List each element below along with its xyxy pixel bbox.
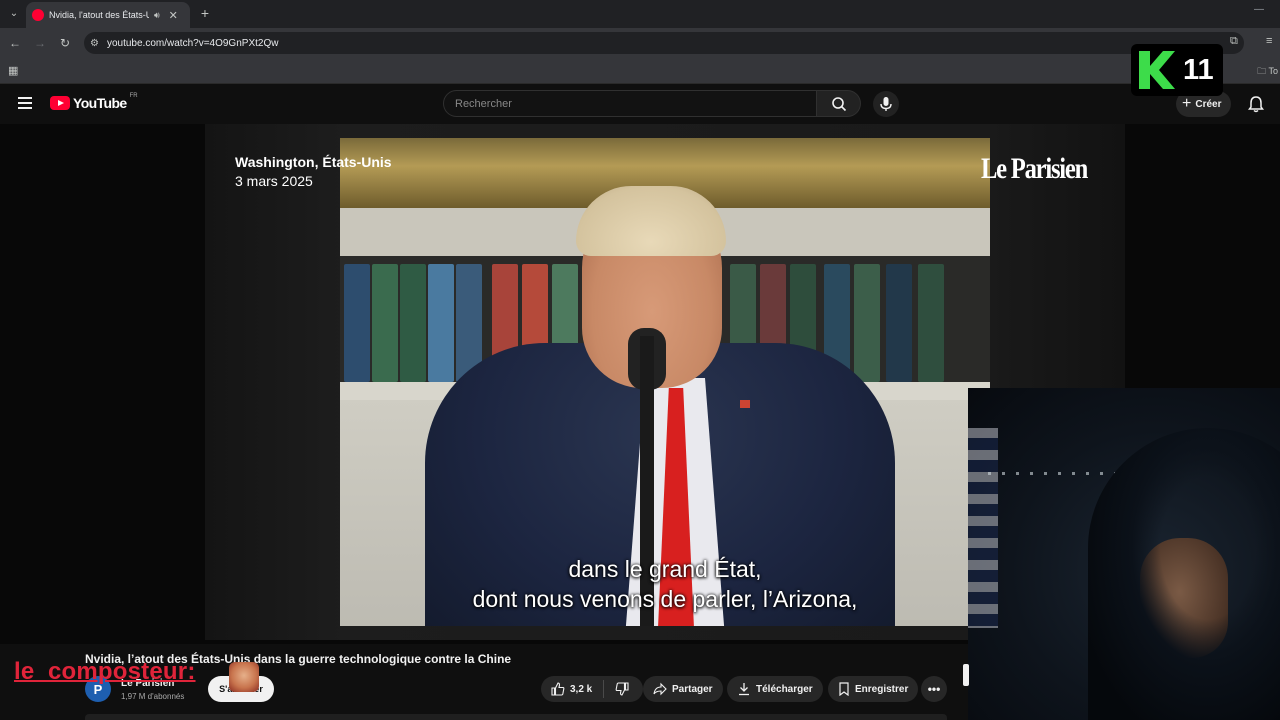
more-actions-icon[interactable]: ••• (921, 676, 947, 702)
window-minimize-icon[interactable]: — (1254, 4, 1264, 15)
youtube-header: YouTube FR + Créer (0, 84, 1280, 124)
book (400, 264, 426, 382)
book (344, 264, 370, 382)
book (918, 264, 944, 382)
share-icon (653, 682, 667, 696)
subtitle-line-2: dont nous venons de parler, l’Arizona, (472, 586, 858, 612)
forward-icon[interactable]: → (32, 35, 48, 51)
k-logo-icon (1139, 51, 1175, 89)
book (372, 264, 398, 382)
video-location-caption: Washington, États-Unis (235, 154, 392, 170)
like-divider (603, 680, 605, 698)
search-input[interactable] (455, 97, 795, 110)
save-label: Enregistrer (855, 683, 909, 695)
badge-number: 11 (1183, 53, 1214, 86)
search-box (443, 90, 817, 117)
audio-playing-icon[interactable]: 🔊︎ (154, 10, 160, 21)
youtube-logo[interactable]: YouTube FR (50, 93, 138, 111)
save-button[interactable]: Enregistrer (828, 676, 919, 702)
browser-tab-bar: ⌄ Nvidia, l'atout des États-Unis dans la… (0, 0, 1280, 28)
back-icon[interactable]: ← (7, 35, 23, 51)
menu-icon[interactable] (18, 97, 32, 109)
reload-icon[interactable]: ↻ (57, 35, 73, 51)
site-info-icon[interactable]: ⚙ (90, 38, 99, 49)
search-icon (831, 96, 846, 111)
book (854, 264, 880, 382)
video-subtitles: dans le grand État, dont nous venons de … (340, 554, 990, 614)
book (886, 264, 912, 382)
bookmark-folder-icon[interactable]: 🗀︎ To (1257, 64, 1278, 80)
youtube-wordmark: YouTube (73, 95, 127, 111)
browser-tab[interactable]: Nvidia, l'atout des États-Unis dans la g… (26, 2, 190, 28)
video-date-caption: 3 mars 2025 (235, 173, 313, 189)
description-box-edge (85, 714, 947, 720)
share-button[interactable]: Partager (643, 676, 723, 702)
create-label: Créer (1195, 98, 1222, 110)
thumbs-down-icon[interactable] (615, 682, 629, 696)
voice-search-button[interactable] (873, 91, 899, 117)
bookmarks-bar: ▦ 🗀︎ To (0, 58, 1280, 84)
tab-search-chevron-icon[interactable]: ⌄ (6, 5, 22, 21)
subscriber-count: 1,97 M d'abonnés (121, 692, 185, 701)
thumbs-up-icon (551, 682, 565, 696)
youtube-favicon-icon (32, 9, 44, 21)
like-dislike-group: 3,2 k (541, 676, 643, 702)
le-parisien-logo: Le Parisien (981, 152, 1088, 185)
like-count: 3,2 k (570, 683, 593, 695)
book (428, 264, 454, 382)
notifications-bell-icon[interactable] (1246, 94, 1266, 114)
browser-toolbar: ← → ↻ ⚙ youtube.com/watch?v=4O9GnPXt2Qw … (0, 28, 1280, 58)
streamer-webcam (968, 388, 1280, 720)
download-icon (739, 683, 749, 696)
youtube-play-icon (50, 96, 70, 110)
share-label: Partager (672, 683, 713, 695)
webcam-flag (968, 428, 998, 628)
new-tab-icon[interactable]: + (197, 5, 213, 21)
browser-menu-icon[interactable]: ≡ (1266, 35, 1272, 47)
search-button[interactable] (817, 90, 861, 117)
like-button[interactable]: 3,2 k (551, 682, 592, 696)
video-frame[interactable] (340, 138, 990, 626)
apps-grid-icon[interactable]: ▦ (8, 64, 18, 77)
subtitle-line-1: dans le grand État, (568, 556, 762, 582)
extensions-icon[interactable]: ⧉ (1230, 35, 1238, 48)
tab-title: Nvidia, l'atout des États-Unis dans la g… (49, 10, 149, 20)
plus-icon: + (1182, 95, 1192, 112)
k11-badge: 11 (1131, 44, 1223, 96)
webcam-edge-marker (963, 664, 969, 686)
flag-pin (740, 400, 750, 408)
download-button[interactable]: Télécharger (727, 676, 823, 702)
streamer-avatar-sticker (229, 662, 259, 692)
download-label: Télécharger (756, 683, 813, 695)
url-text: youtube.com/watch?v=4O9GnPXt2Qw (106, 37, 279, 49)
bookmark-icon (839, 682, 849, 696)
microphone-icon (880, 97, 892, 111)
region-label: FR (129, 93, 138, 99)
tab-close-icon[interactable]: ✕ (169, 9, 178, 22)
speaker-hair (576, 186, 726, 256)
streamer-name-overlay: le_composteur: (14, 658, 196, 685)
streamer-hood (1088, 428, 1280, 720)
address-bar[interactable]: ⚙ youtube.com/watch?v=4O9GnPXt2Qw (84, 32, 1244, 54)
